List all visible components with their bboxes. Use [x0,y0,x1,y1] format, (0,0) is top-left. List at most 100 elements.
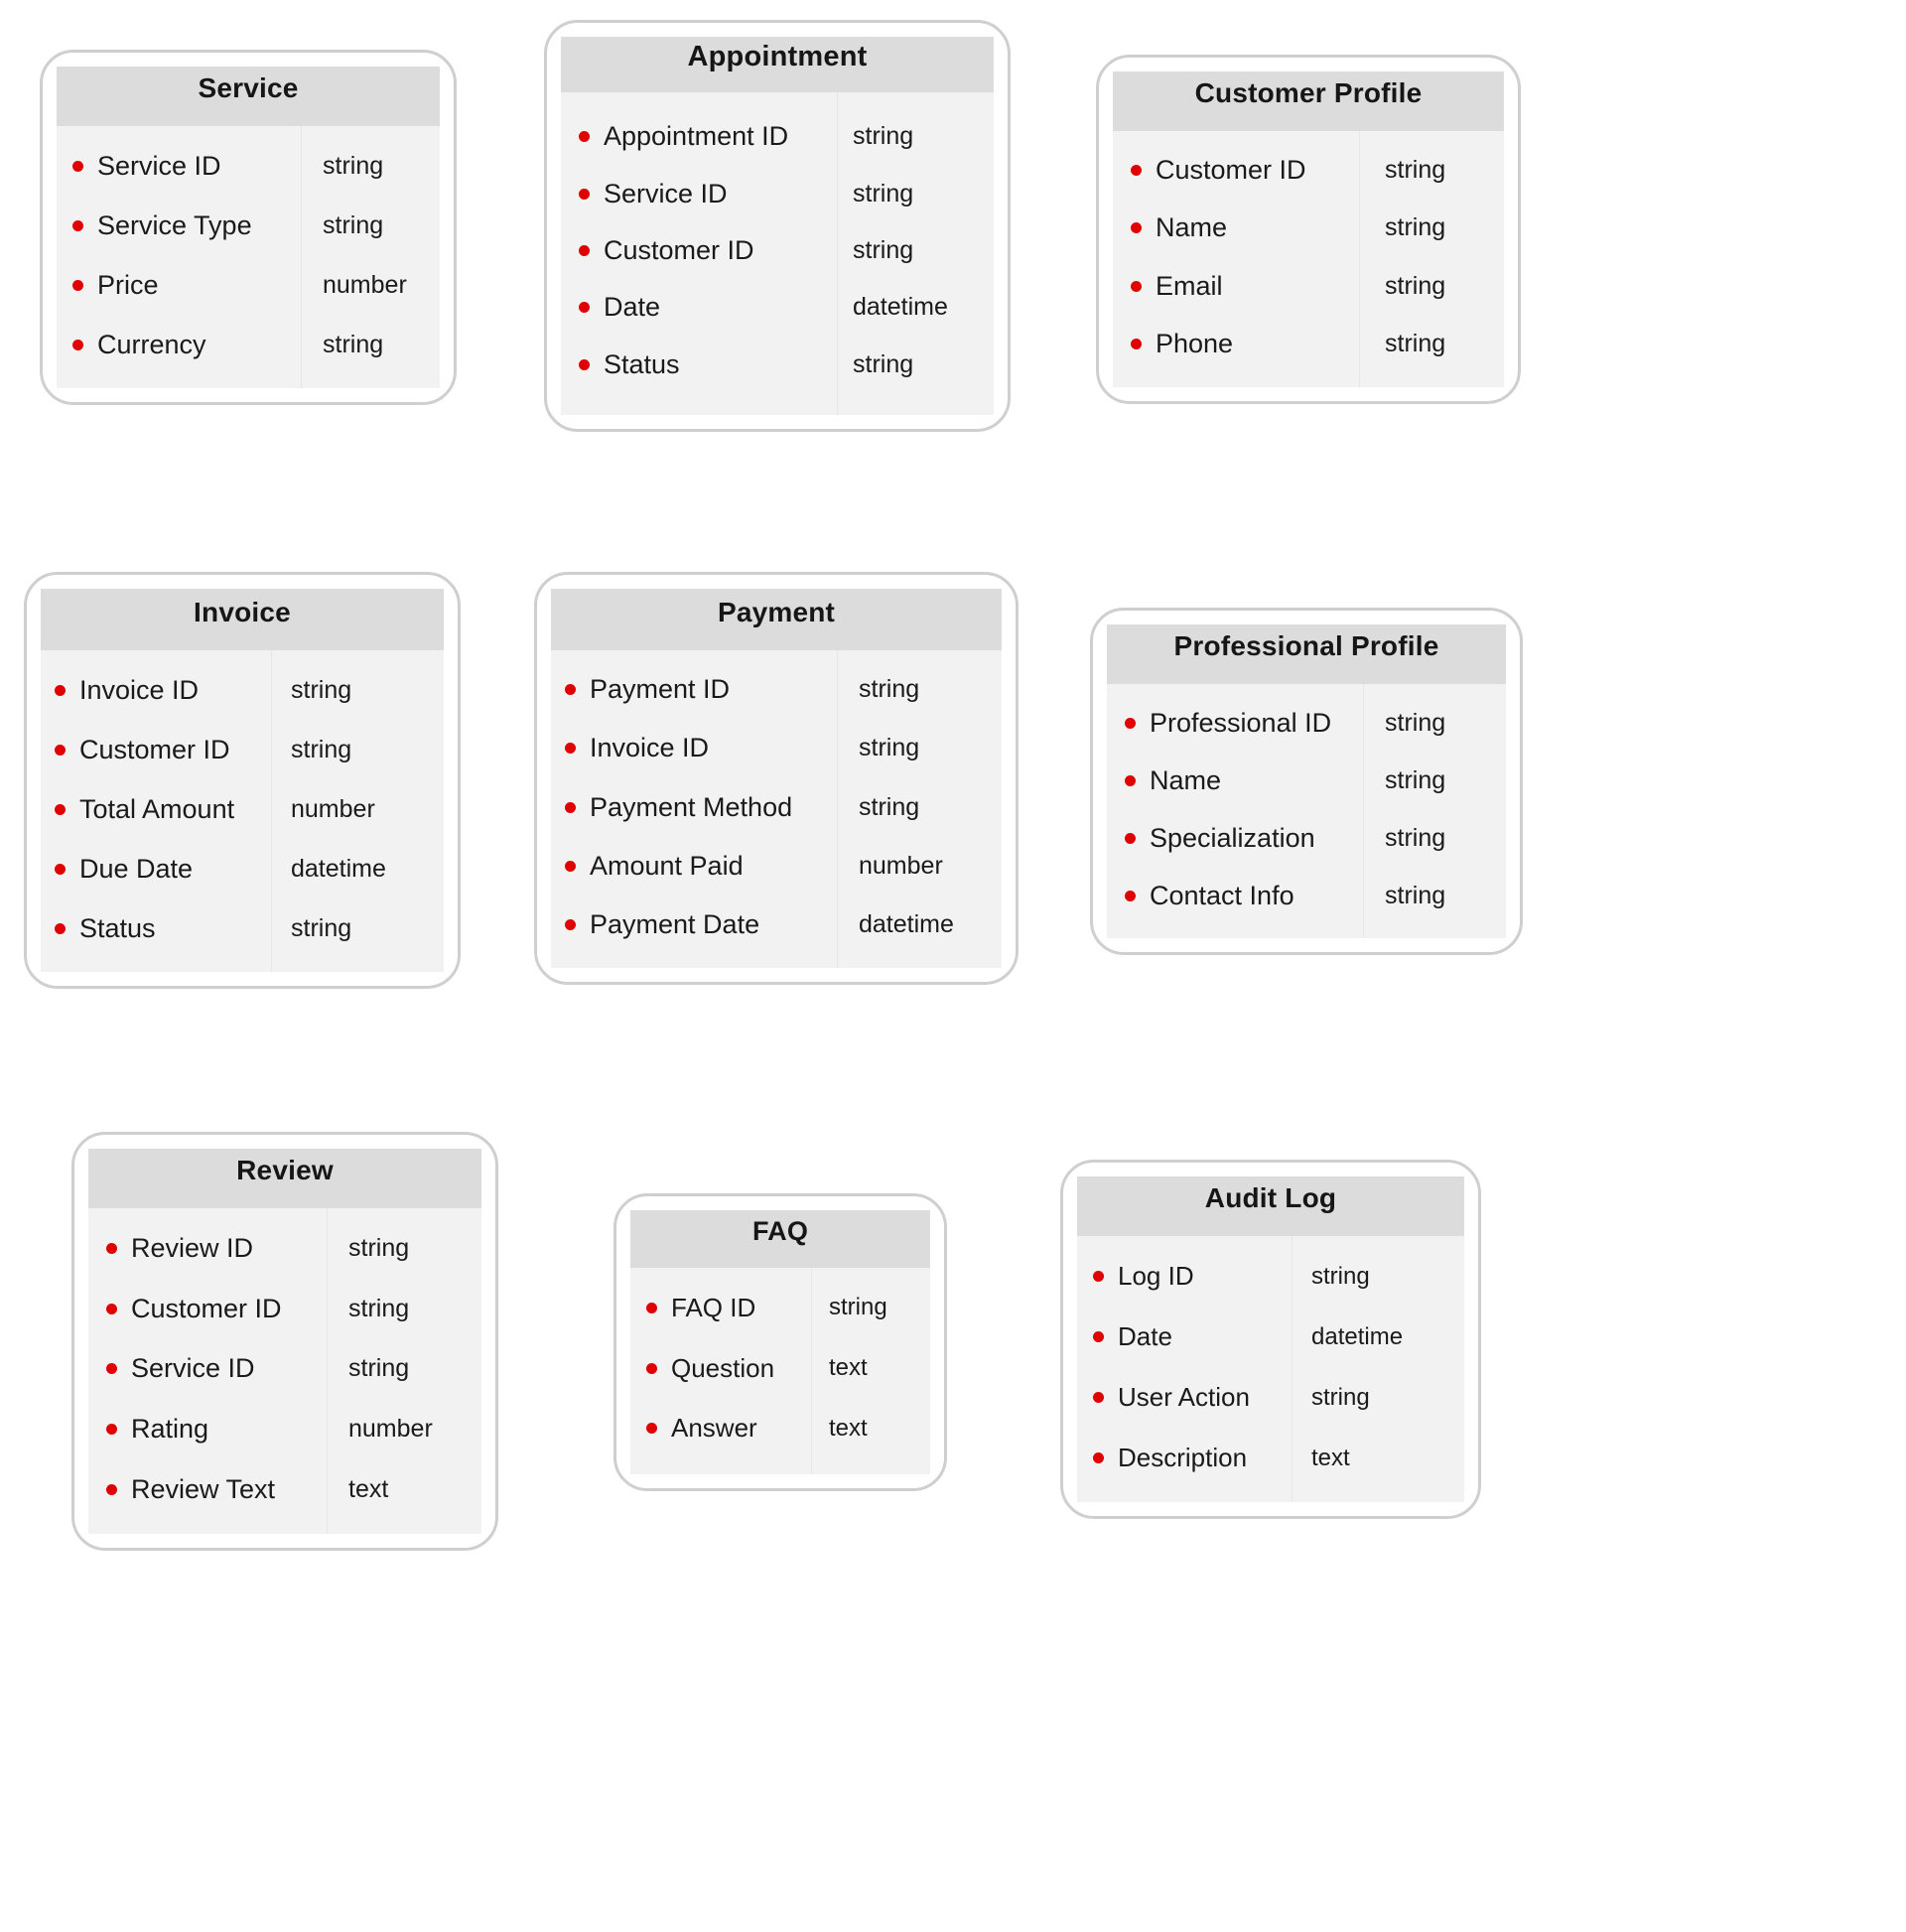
field-row[interactable]: Contact Info string [1107,867,1506,924]
entity-card-payment[interactable]: Payment Payment ID string Invoice ID str… [534,572,1019,985]
field-row[interactable]: Amount Paid number [551,837,1002,896]
entity-title-customer-profile: Customer Profile [1113,71,1504,131]
bullet-icon [72,339,83,350]
field-row[interactable]: Price number [57,255,440,315]
field-row[interactable]: Description text [1077,1428,1464,1488]
field-type: string [291,735,352,763]
entity-fields-customer-profile: Customer ID string Name string Email str… [1113,131,1504,387]
entity-card-service[interactable]: Service Service ID string Service Type s… [40,50,457,405]
field-row[interactable]: Service ID string [88,1339,481,1400]
field-row[interactable]: Name string [1107,752,1506,809]
field-type: number [348,1415,433,1444]
field-row[interactable]: Specialization string [1107,809,1506,867]
field-name-cell: Name [1107,765,1363,796]
field-name-cell: Log ID [1077,1261,1292,1292]
bullet-icon [55,803,66,815]
field-row[interactable]: Name string [1113,200,1504,258]
field-type: string [291,675,352,704]
bullet-icon [646,1423,657,1435]
field-row[interactable]: Appointment ID string [561,108,994,165]
field-type: string [853,179,914,207]
field-type: datetime [859,909,954,938]
field-name-cell: Payment Method [551,792,837,823]
field-row[interactable]: Due Date datetime [41,839,444,898]
field-row[interactable]: Answer text [630,1398,930,1458]
bullet-icon [55,744,66,756]
field-name: Question [671,1352,775,1383]
field-type: string [348,1294,410,1322]
bullet-icon [1131,339,1142,350]
field-name: Currency [97,329,206,359]
entity-card-appointment[interactable]: Appointment Appointment ID string Servic… [544,20,1011,432]
field-row[interactable]: Invoice ID string [551,719,1002,777]
field-row[interactable]: Professional ID string [1107,694,1506,752]
entity-fields-faq: FAQ ID string Question text Answer text [630,1268,930,1474]
bullet-icon [106,1303,117,1314]
field-row[interactable]: Customer ID string [561,222,994,279]
entity-fields-appointment: Appointment ID string Service ID string … [561,92,994,415]
field-row[interactable]: Payment Method string [551,777,1002,836]
field-row[interactable]: Question text [630,1338,930,1399]
field-row[interactable]: Service Type string [57,196,440,255]
field-name-cell: User Action [1077,1382,1292,1413]
field-row[interactable]: User Action string [1077,1367,1464,1428]
field-row[interactable]: Email string [1113,257,1504,316]
field-row[interactable]: Customer ID string [1113,141,1504,200]
entity-card-invoice[interactable]: Invoice Invoice ID string Customer ID st… [24,572,461,989]
field-row[interactable]: Customer ID string [88,1279,481,1339]
field-name: Phone [1156,329,1234,359]
field-name-cell: Payment ID [551,674,837,705]
field-row[interactable]: Date datetime [561,279,994,336]
field-row[interactable]: Service ID string [57,136,440,196]
field-name: Amount Paid [590,850,744,881]
field-row[interactable]: Status string [561,337,994,393]
entity-card-audit-log[interactable]: Audit Log Log ID string Date datetime Us… [1060,1160,1481,1519]
field-name-cell: Description [1077,1443,1292,1473]
entity-title-professional-profile: Professional Profile [1107,624,1506,684]
field-name: Date [604,292,661,323]
field-row[interactable]: Review Text text [88,1459,481,1520]
field-row[interactable]: Total Amount number [41,779,444,839]
field-type: number [859,851,943,880]
field-row[interactable]: FAQ ID string [630,1278,930,1338]
entity-title-invoice: Invoice [41,589,444,650]
field-row[interactable]: Date datetime [1077,1307,1464,1367]
field-row[interactable]: Rating number [88,1399,481,1459]
field-name: Payment Date [590,908,760,939]
field-row[interactable]: Service ID string [561,165,994,221]
field-name: Review Text [131,1474,276,1505]
bullet-icon [1125,832,1136,844]
entity-title-review: Review [88,1149,481,1208]
field-row[interactable]: Log ID string [1077,1246,1464,1307]
field-name-cell: Customer ID [88,1294,327,1324]
field-type: string [1385,213,1446,242]
field-name: Name [1150,764,1222,795]
field-row[interactable]: Review ID string [88,1218,481,1279]
field-row[interactable]: Phone string [1113,316,1504,374]
field-name-cell: Total Amount [41,794,271,825]
field-name: Payment Method [590,791,793,822]
field-name: Log ID [1118,1261,1194,1291]
field-type: string [853,349,914,378]
field-name-cell: Review ID [88,1233,327,1264]
field-row[interactable]: Status string [41,898,444,958]
field-type: string [1385,708,1446,737]
field-name-cell: Payment Date [551,909,837,940]
field-row[interactable]: Payment Date datetime [551,896,1002,954]
field-type: string [1385,330,1446,358]
field-name-cell: Question [630,1353,811,1384]
field-row[interactable]: Payment ID string [551,660,1002,719]
entity-card-customer-profile[interactable]: Customer Profile Customer ID string Name… [1096,55,1521,404]
entity-card-professional-profile[interactable]: Professional Profile Professional ID str… [1090,608,1523,955]
field-row[interactable]: Currency string [57,315,440,374]
entity-card-review[interactable]: Review Review ID string Customer ID stri… [71,1132,498,1551]
field-name: Date [1118,1321,1172,1351]
field-type: string [1385,765,1446,794]
bullet-icon [1093,1271,1104,1282]
field-name-cell: Service ID [57,151,301,182]
field-row[interactable]: Invoice ID string [41,660,444,720]
field-name: FAQ ID [671,1292,756,1322]
entity-card-faq[interactable]: FAQ FAQ ID string Question text Answer t… [613,1193,947,1491]
field-row[interactable]: Customer ID string [41,720,444,779]
bullet-icon [106,1424,117,1436]
